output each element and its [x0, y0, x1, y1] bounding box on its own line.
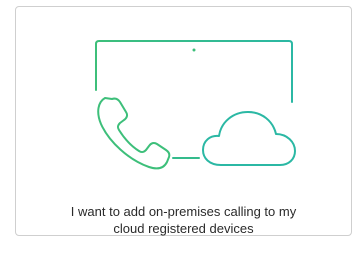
tablet-screen-icon	[95, 40, 293, 103]
option-card-label-line2: cloud registered devices	[113, 221, 254, 236]
calling-illustration	[95, 40, 296, 170]
option-card-label-line1: I want to add on-premises calling to my	[70, 204, 297, 219]
on-premises-calling-option-card[interactable]: I want to add on-premises calling to my …	[15, 6, 352, 236]
phone-handset-icon	[97, 97, 171, 170]
cloud-icon	[202, 111, 296, 166]
option-card-label: I want to add on-premises calling to my …	[24, 203, 343, 237]
